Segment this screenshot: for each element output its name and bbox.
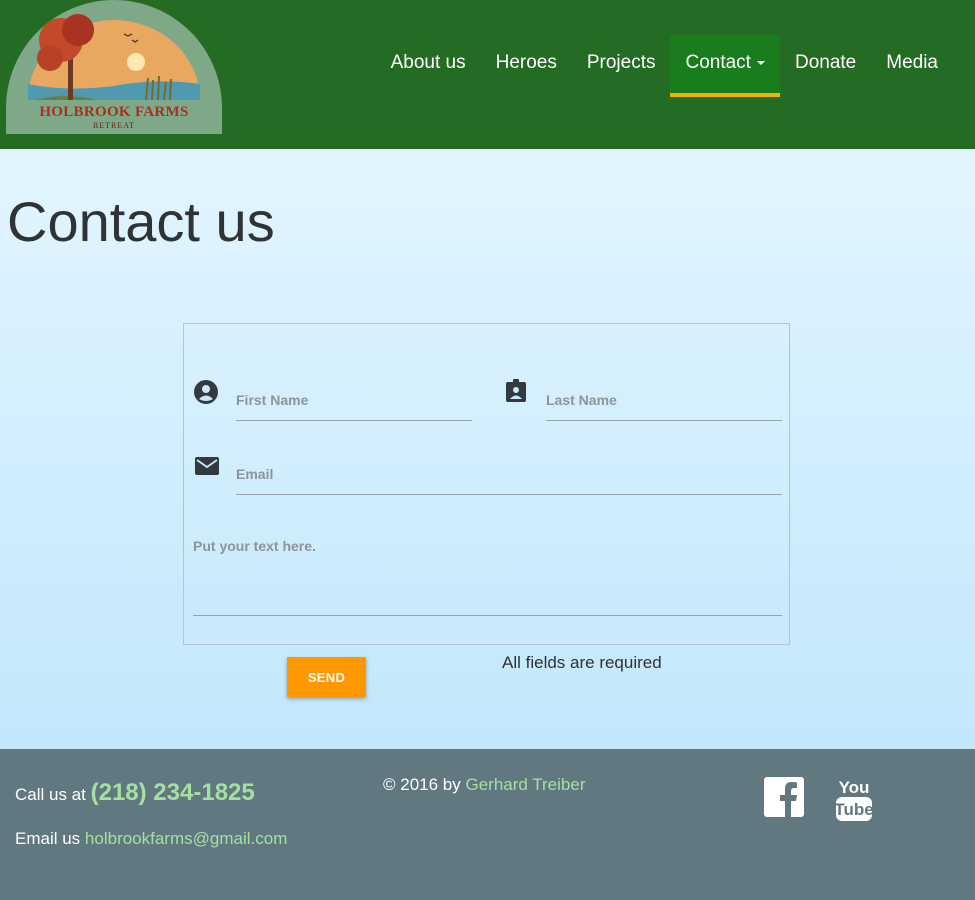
- email-us: Email us holbrookfarms@gmail.com: [15, 829, 287, 849]
- logo-text: HOLBROOK FARMS: [39, 104, 189, 120]
- main-content: Contact us SEND All fields are required: [0, 149, 975, 749]
- contact-form: [183, 323, 790, 645]
- page-title: Contact us: [7, 190, 275, 253]
- first-name-field[interactable]: [236, 390, 472, 421]
- caret-down-icon: [756, 60, 765, 65]
- required-fields-note: All fields are required: [502, 653, 662, 672]
- svg-text:You: You: [839, 778, 870, 797]
- site-header: HOLBROOK FARMS RETREAT About us Heroes P…: [0, 0, 975, 149]
- svg-text:Tube: Tube: [835, 800, 873, 819]
- nav-item-projects[interactable]: Projects: [572, 35, 671, 97]
- call-us: Call us at (218) 234-1825: [15, 779, 255, 807]
- nav-item-contact-label: Contact: [685, 52, 751, 73]
- site-footer: Call us at (218) 234-1825 Email us holbr…: [0, 749, 975, 900]
- last-name-field[interactable]: [546, 390, 782, 421]
- facebook-icon[interactable]: [764, 777, 804, 822]
- email-link[interactable]: holbrookfarms@gmail.com: [85, 829, 287, 848]
- email-us-label: Email us: [15, 829, 81, 848]
- phone-link[interactable]: (218) 234-1825: [91, 779, 255, 806]
- nav-item-media[interactable]: Media: [871, 35, 953, 97]
- holbrook-farms-logo[interactable]: HOLBROOK FARMS RETREAT: [6, 0, 222, 134]
- author-link[interactable]: Gerhard Treiber: [465, 775, 585, 794]
- call-us-label: Call us at: [15, 785, 86, 804]
- contact-card-icon: [504, 379, 528, 403]
- youtube-icon[interactable]: You Tube: [834, 777, 874, 828]
- email-icon: [195, 454, 219, 478]
- nav-item-heroes[interactable]: Heroes: [481, 35, 572, 97]
- copyright: © 2016 by Gerhard Treiber: [383, 775, 585, 795]
- nav-item-about-us[interactable]: About us: [376, 35, 481, 97]
- main-nav: About us Heroes Projects Contact Donate …: [376, 35, 953, 97]
- logo-subtext: RETREAT: [92, 121, 136, 130]
- title-divider: [0, 287, 975, 288]
- email-field[interactable]: [236, 464, 782, 495]
- message-field[interactable]: [193, 538, 782, 616]
- nav-item-donate[interactable]: Donate: [780, 35, 871, 97]
- account-circle-icon: [194, 380, 218, 404]
- send-button[interactable]: SEND: [287, 657, 366, 697]
- copyright-label: © 2016 by: [383, 775, 461, 794]
- nav-item-contact[interactable]: Contact: [670, 35, 780, 97]
